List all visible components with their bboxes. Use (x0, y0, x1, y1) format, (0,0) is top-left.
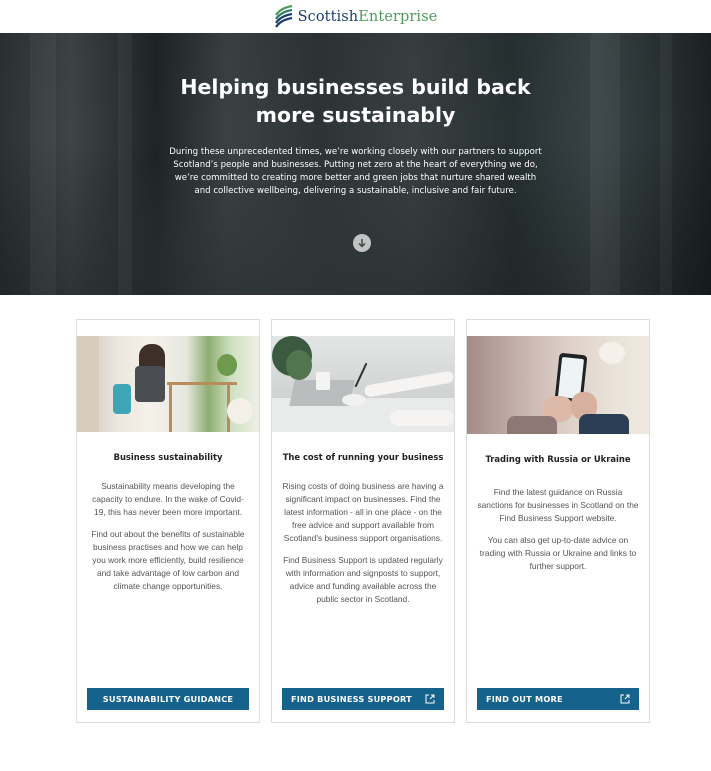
find-business-support-button[interactable]: FIND BUSINESS SUPPORT (282, 688, 444, 710)
card-trading-russia-ukraine: Trading with Russia or Ukraine Find the … (466, 319, 650, 723)
site-logo[interactable]: ScottishEnterprise (274, 4, 438, 29)
card-paragraph: Sustainability means developing the capa… (92, 481, 244, 517)
card-paragraph: Rising costs of doing business are havin… (282, 481, 444, 543)
card-image-woman-working-at-desk (77, 336, 259, 432)
hero-description: During these unprecedented times, we’re … (169, 147, 542, 196)
button-label: SUSTAINABILITY GUIDANCE (102, 694, 234, 704)
button-label: FIND OUT MORE (486, 694, 563, 704)
feature-cards: Business sustainability Sustainability m… (76, 319, 650, 723)
card-title: The cost of running your business (282, 452, 444, 462)
card-business-sustainability: Business sustainability Sustainability m… (76, 319, 260, 723)
logo-text: ScottishEnterprise (297, 8, 438, 25)
hero-banner: Helping businesses build back more susta… (0, 33, 711, 295)
find-out-more-button[interactable]: FIND OUT MORE (477, 688, 639, 710)
card-paragraph: You can also get up-to-date advice on tr… (479, 535, 637, 571)
arrow-down-circle-icon (358, 239, 366, 248)
card-body: Rising costs of doing business are havin… (272, 480, 454, 606)
hero-title: Helping businesses build back more susta… (180, 75, 531, 127)
site-header: ScottishEnterprise (0, 0, 711, 33)
card-image-person-writing-with-laptop (272, 336, 454, 432)
card-title: Business sustainability (113, 452, 223, 462)
card-body: Sustainability means developing the capa… (77, 480, 259, 593)
card-title: Trading with Russia or Ukraine (485, 454, 631, 464)
scottish-enterprise-logo-mark-icon (274, 4, 292, 28)
card-paragraph: Find out about the benefits of sustainab… (91, 529, 245, 591)
button-label: FIND BUSINESS SUPPORT (291, 694, 412, 704)
card-cost-of-running-business: The cost of running your business Rising… (271, 319, 455, 723)
card-paragraph: Find Business Support is updated regular… (283, 555, 443, 604)
card-paragraph: Find the latest guidance on Russia sanct… (477, 487, 639, 523)
external-link-icon (425, 694, 435, 704)
scroll-down-button[interactable] (353, 234, 371, 252)
sustainability-guidance-button[interactable]: SUSTAINABILITY GUIDANCE (87, 688, 249, 710)
external-link-icon (620, 694, 630, 704)
card-body: Find the latest guidance on Russia sanct… (467, 486, 649, 573)
card-image-hands-holding-phone (467, 336, 649, 434)
